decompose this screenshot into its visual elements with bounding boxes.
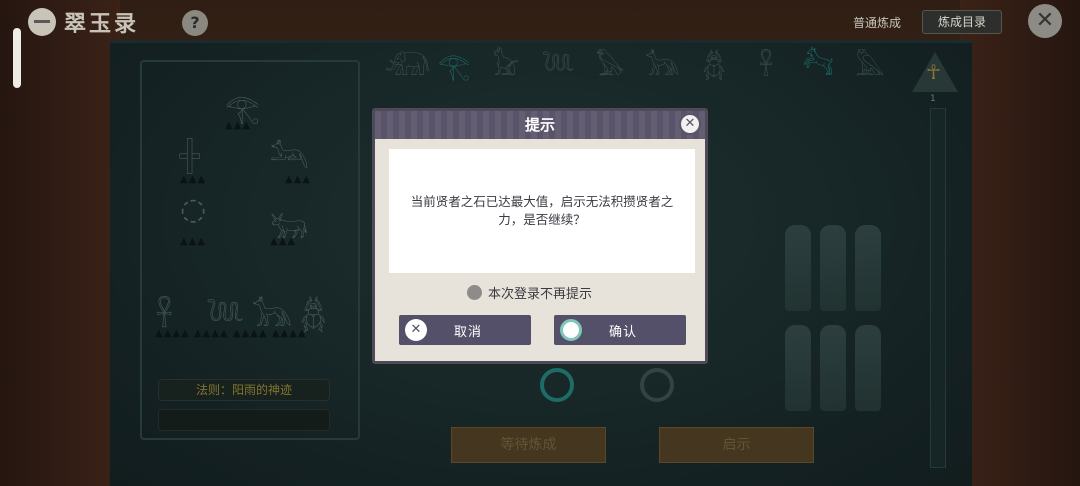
cancel-button[interactable]: ✕ 取消 bbox=[399, 315, 531, 345]
cancel-label: 取消 bbox=[453, 324, 482, 340]
cross-icon: ✕ bbox=[405, 319, 427, 341]
dialog-title: 提示 bbox=[524, 116, 555, 134]
help-icon[interactable]: ? bbox=[182, 10, 208, 36]
confirm-dialog: 提示 ✕ 当前贤者之石已达最大值，启示无法积攒贤者之力，是否继续？ 本次登录不再… bbox=[372, 108, 708, 364]
dont-remind-row[interactable]: 本次登录不再提示 bbox=[467, 283, 592, 302]
dialog-close-icon[interactable]: ✕ bbox=[679, 113, 701, 135]
mode-label[interactable]: 普通炼成 bbox=[853, 14, 901, 31]
app-logo: 翠玉录 bbox=[28, 6, 139, 38]
confirm-button[interactable]: o 确认 bbox=[554, 315, 686, 345]
close-icon[interactable]: ✕ bbox=[1028, 4, 1062, 38]
logo-icon bbox=[28, 8, 56, 36]
dialog-message-box: 当前贤者之石已达最大值，启示无法积攒贤者之力，是否继续？ bbox=[389, 149, 695, 273]
dialog-message: 当前贤者之石已达最大值，启示无法积攒贤者之力，是否继续？ bbox=[410, 194, 674, 227]
catalog-button[interactable]: 炼成目录 bbox=[922, 10, 1002, 34]
scroll-handle[interactable] bbox=[13, 28, 21, 88]
circle-icon: o bbox=[560, 319, 582, 341]
dont-remind-label[interactable]: 本次登录不再提示 bbox=[488, 283, 592, 302]
dialog-header: 提示 ✕ bbox=[375, 111, 705, 139]
radio-check-icon[interactable] bbox=[467, 285, 482, 300]
app-title: 翠玉录 bbox=[64, 11, 140, 37]
confirm-label: 确认 bbox=[608, 324, 637, 340]
